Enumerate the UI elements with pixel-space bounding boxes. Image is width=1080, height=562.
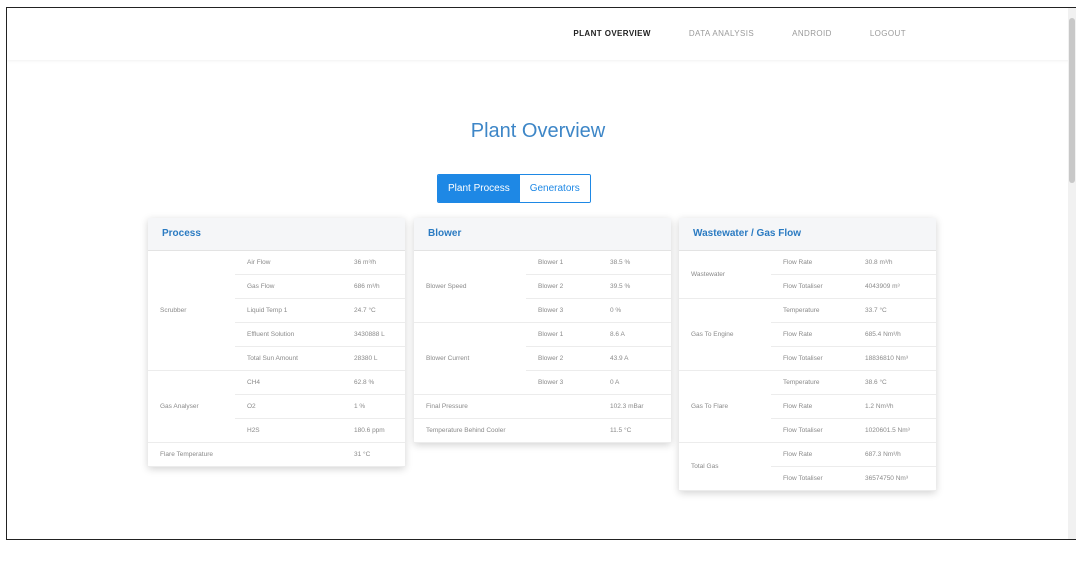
row-value: 30.8 m³/h (853, 251, 936, 275)
nav-logout[interactable]: LOGOUT (870, 29, 906, 38)
table-row: Gas To Engine Temperature 33.7 °C (679, 298, 936, 371)
row-label: Gas Flow (235, 274, 342, 299)
row-label: Flow Totaliser (771, 466, 853, 491)
row-value: 38.6 °C (853, 370, 936, 395)
row-label: Temperature (771, 298, 853, 323)
nav-plant-overview[interactable]: PLANT OVERVIEW (573, 29, 650, 38)
blower-card: Blower Blower Speed Blower 1 38.5 % Blower … (414, 218, 671, 443)
top-navbar: PLANT OVERVIEW DATA ANALYSIS ANDROID LOG… (7, 8, 1076, 60)
row-value: 4043909 m³ (853, 274, 936, 299)
row-value: 36574750 Nm³ (853, 466, 936, 491)
row-label: Liquid Temp 1 (235, 298, 342, 323)
row-label: Flow Totaliser (771, 274, 853, 299)
row-value: 33.7 °C (853, 298, 936, 323)
row-label: Flow Totaliser (771, 346, 853, 371)
group-label: Wastewater (679, 251, 771, 299)
row-value: 3430888 L (342, 322, 405, 347)
row-label: Blower 2 (526, 346, 598, 371)
row-value: 1 % (342, 394, 405, 419)
row-label: Flow Rate (771, 442, 853, 467)
row-value: 686 m³/h (342, 274, 405, 299)
nav-links: PLANT OVERVIEW DATA ANALYSIS ANDROID LOG… (535, 29, 906, 38)
row-label: Flow Rate (771, 394, 853, 419)
group-label: Temperature Behind Cooler (414, 418, 598, 443)
wastewater-table: Wastewater Flow Rate 30.8 m³/h Flow Totalis… (679, 251, 936, 491)
group-label: Total Gas (679, 442, 771, 491)
row-label: CH4 (235, 370, 342, 395)
table-row: Gas Analyser CH4 62.8 % (148, 370, 405, 443)
row-label: Air Flow (235, 251, 342, 275)
row-value: 38.5 % (598, 251, 671, 275)
row-value: 180.6 ppm (342, 418, 405, 443)
group-label: Gas To Engine (679, 298, 771, 371)
row-label: Total Sun Amount (235, 346, 342, 371)
row-value: 1.2 Nm³/h (853, 394, 936, 419)
nav-android[interactable]: ANDROID (792, 29, 832, 38)
row-label: Blower 3 (526, 370, 598, 395)
process-table: Scrubber Air Flow 36 m³/h Gas Flow 686 m³/h L… (148, 251, 405, 467)
row-value: 687.3 Nm³/h (853, 442, 936, 467)
row-value: 0 A (598, 370, 671, 395)
table-row: Gas To Flare Temperature 38.6 °C (679, 370, 936, 443)
row-label: O2 (235, 394, 342, 419)
group-label: Scrubber (148, 251, 235, 371)
row-value: 0 % (598, 298, 671, 323)
plant-process-button[interactable]: Plant Process (438, 175, 520, 202)
view-toggle: Plant Process Generators (437, 174, 591, 203)
row-label: Flow Rate (771, 322, 853, 347)
row-label: Temperature (771, 370, 853, 395)
row-value: 1020601.5 Nm³ (853, 418, 936, 443)
generators-button[interactable]: Generators (519, 175, 590, 202)
group-label: Blower Speed (414, 251, 526, 323)
process-card: Process Scrubber Air Flow 36 m³/h Gas Flow 6… (148, 218, 405, 467)
row-value: 685.4 Nm³/h (853, 322, 936, 347)
group-label: Flare Temperature (148, 442, 342, 467)
wastewater-card-header: Wastewater / Gas Flow (679, 218, 936, 251)
blower-table: Blower Speed Blower 1 38.5 % Blower 2 39.5 %… (414, 251, 671, 443)
row-label: Blower 1 (526, 322, 598, 347)
row-value: 11.5 °C (598, 418, 671, 443)
row-value: 24.7 °C (342, 298, 405, 323)
row-label: Blower 3 (526, 298, 598, 323)
table-row: Scrubber Air Flow 36 m³/h (148, 251, 405, 371)
table-row: Wastewater Flow Rate 30.8 m³/h (679, 251, 936, 299)
row-value: 62.8 % (342, 370, 405, 395)
table-row: Final Pressure 102.3 mBar (414, 394, 671, 419)
row-label: Blower 1 (526, 251, 598, 275)
row-label: H2S (235, 418, 342, 443)
blower-card-header: Blower (414, 218, 671, 251)
group-label: Gas Analyser (148, 370, 235, 443)
scrollbar-thumb[interactable] (1069, 18, 1075, 183)
nav-data-analysis[interactable]: DATA ANALYSIS (689, 29, 754, 38)
group-label: Final Pressure (414, 394, 598, 419)
row-label: Blower 2 (526, 274, 598, 299)
table-row: Blower Speed Blower 1 38.5 % (414, 251, 671, 323)
table-row: Temperature Behind Cooler 11.5 °C (414, 418, 671, 443)
row-value: 8.6 A (598, 322, 671, 347)
row-value: 102.3 mBar (598, 394, 671, 419)
process-card-header: Process (148, 218, 405, 251)
wastewater-card: Wastewater / Gas Flow Wastewater Flow Rat… (679, 218, 936, 491)
row-label: Flow Totaliser (771, 418, 853, 443)
group-label: Blower Current (414, 322, 526, 395)
row-value: 43.9 A (598, 346, 671, 371)
page-scrollbar[interactable] (1068, 8, 1076, 539)
row-value: 31 °C (342, 442, 405, 467)
row-value: 39.5 % (598, 274, 671, 299)
table-row: Flare Temperature 31 °C (148, 442, 405, 467)
page-title: Plant Overview (470, 120, 606, 142)
row-value: 18836810 Nm³ (853, 346, 936, 371)
row-value: 28380 L (342, 346, 405, 371)
group-label: Gas To Flare (679, 370, 771, 443)
row-value: 36 m³/h (342, 251, 405, 275)
table-row: Total Gas Flow Rate 687.3 Nm³/h (679, 442, 936, 491)
browser-viewport: PLANT OVERVIEW DATA ANALYSIS ANDROID LOG… (6, 7, 1076, 540)
row-label: Effluent Solution (235, 322, 342, 347)
row-label: Flow Rate (771, 251, 853, 275)
table-row: Blower Current Blower 1 8.6 A (414, 322, 671, 395)
